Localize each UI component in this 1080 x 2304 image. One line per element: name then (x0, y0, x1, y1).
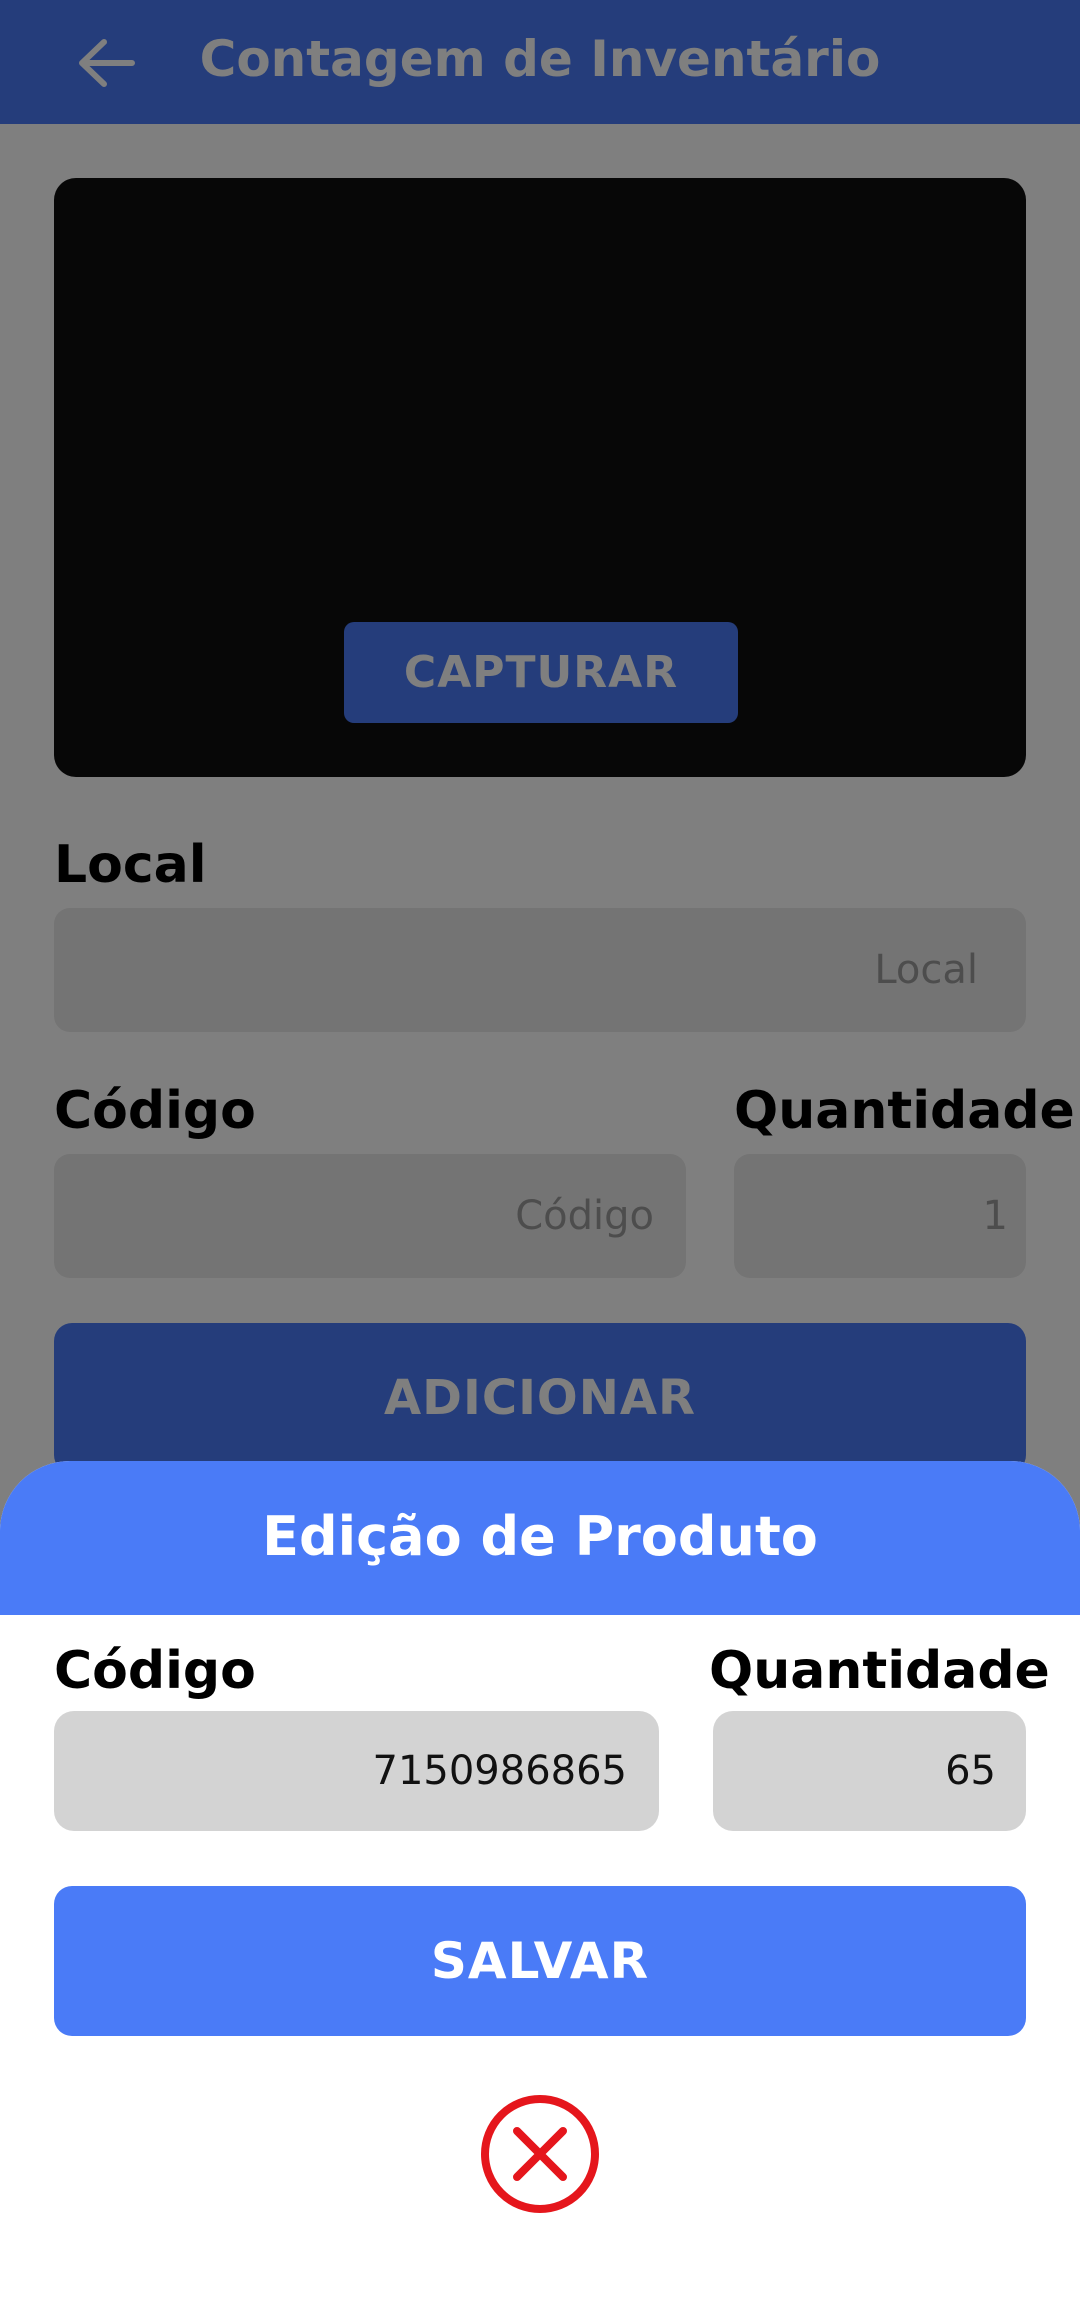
sheet-codigo-label: Código (54, 1641, 256, 1701)
save-button[interactable]: SALVAR (54, 1886, 1026, 2036)
edit-product-sheet: Edição de Produto Código 7150986865 Quan… (0, 1461, 1080, 2304)
sheet-quantidade-label: Quantidade (709, 1641, 1050, 1701)
sheet-header: Edição de Produto (0, 1461, 1080, 1615)
sheet-title: Edição de Produto (262, 1505, 818, 1568)
sheet-codigo-input[interactable]: 7150986865 (54, 1711, 659, 1831)
sheet-codigo-value: 7150986865 (372, 1748, 628, 1794)
close-circle-icon[interactable] (479, 2093, 601, 2215)
sheet-quantidade-value: 65 (945, 1748, 996, 1794)
sheet-quantidade-input[interactable]: 65 (713, 1711, 1026, 1831)
